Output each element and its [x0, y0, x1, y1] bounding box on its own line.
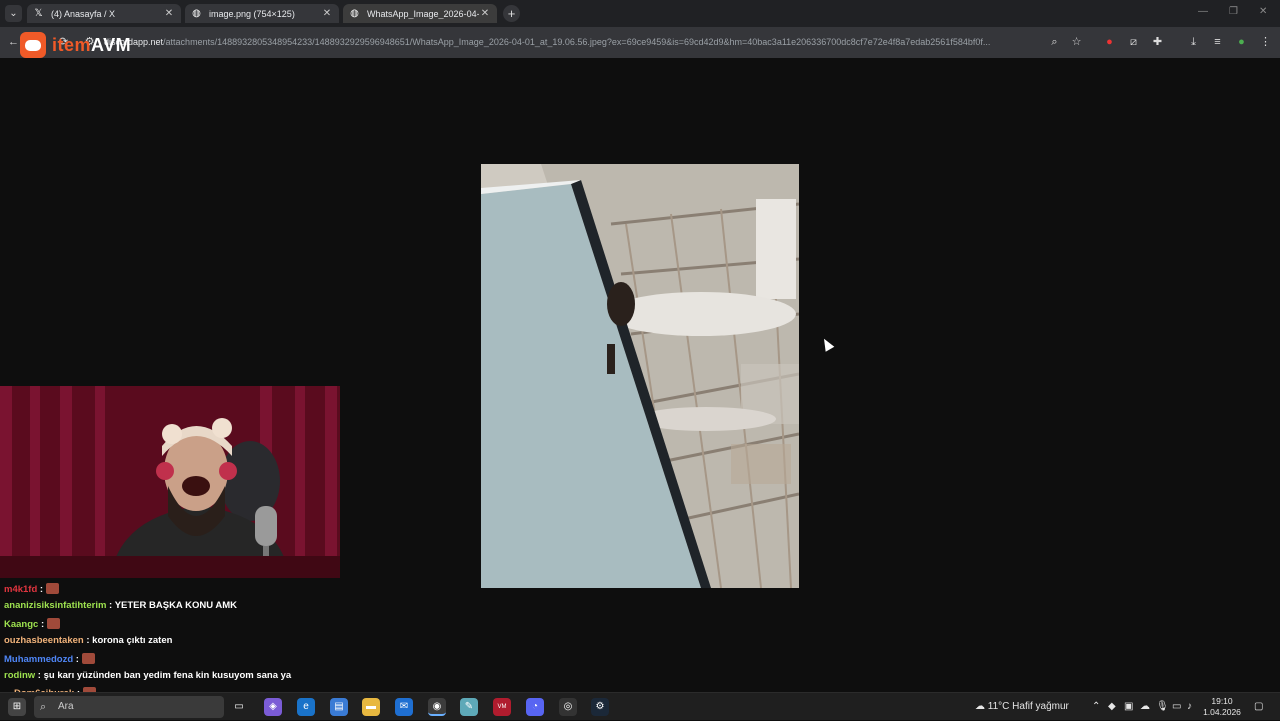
close-window-icon[interactable]: ✕	[1259, 6, 1267, 17]
weather-temp: 11°C	[987, 701, 1010, 712]
copilot-icon[interactable]: ◈	[264, 698, 282, 716]
globe-icon: ◍	[350, 8, 359, 19]
webcam-overlay	[0, 386, 340, 578]
zoom-icon[interactable]: ⌕	[1047, 35, 1062, 50]
tray-app-icon[interactable]: ☁	[1140, 693, 1150, 721]
tray-app-icon[interactable]: ◆	[1108, 693, 1116, 721]
clock[interactable]: 19:10 1.04.2026	[1200, 696, 1244, 718]
store-icon[interactable]: ▤	[330, 698, 348, 716]
file-explorer-icon[interactable]: ▬	[362, 698, 380, 716]
notepad-icon[interactable]: ✎	[460, 698, 478, 716]
tab-title: (4) Anasayfa / X	[51, 8, 116, 19]
chat-username: ananizisiksinfatihterim	[4, 600, 107, 611]
chat-username: m4k1fd	[4, 584, 38, 595]
search-icon: ⌕	[40, 701, 47, 713]
chat-emote-icon	[46, 583, 60, 594]
chrome-icon[interactable]: ◉	[428, 698, 446, 716]
steam-icon[interactable]: ⚙	[591, 698, 609, 716]
chat-username: rodinw	[4, 670, 36, 681]
extension-red-icon[interactable]: ●	[1102, 35, 1117, 50]
chat-message: m4k1fd :	[4, 583, 60, 595]
volume-icon[interactable]: ♪	[1187, 693, 1192, 721]
ceiling-photo	[481, 164, 799, 588]
tab-x-home[interactable]: 𝕏 (4) Anasayfa / X ✕	[27, 4, 181, 23]
chat-text: korona çıktı zaten	[92, 635, 173, 646]
back-icon[interactable]: ←	[6, 35, 21, 50]
tab-whatsapp-image[interactable]: ◍ WhatsApp_Image_2026-04-01_ ✕	[343, 4, 497, 23]
tab-strip: ⌄ 𝕏 (4) Anasayfa / X ✕ ◍ image.png (754×…	[0, 0, 1280, 27]
new-tab-button[interactable]: +	[503, 5, 520, 22]
search-label: Ara	[58, 701, 74, 712]
taskbar-search[interactable]: ⌕ Ara	[34, 696, 224, 718]
restore-icon[interactable]: ❐	[1229, 6, 1238, 17]
chat-username: Kaangc	[4, 619, 39, 630]
browser-toolbar: ← ⟳ ⚙ discordapp.net/attachments/1488932…	[0, 27, 1280, 58]
chat-username: Muhammedozd	[4, 654, 74, 665]
chat-username: ouzhasbeentaken	[4, 635, 84, 646]
media-queue-icon[interactable]: ≡	[1210, 35, 1225, 50]
notifications-icon[interactable]: ▢	[1254, 693, 1263, 721]
mail-icon[interactable]: ✉	[395, 698, 413, 716]
chat-message: Muhammedozd :	[4, 653, 95, 665]
chat-message: ananizisiksinfatihterim : YETER BAŞKA KO…	[4, 600, 237, 611]
menu-dots-icon[interactable]: ⋮	[1258, 35, 1273, 50]
stream-chat: m4k1fd : ananizisiksinfatihterim : YETER…	[0, 580, 340, 699]
download-icon[interactable]: ⤓	[1186, 35, 1201, 50]
task-view-icon[interactable]: ▭	[230, 698, 248, 716]
weather-desc: Hafif yağmur	[1012, 701, 1069, 712]
start-icon[interactable]: ⊞	[8, 698, 26, 716]
logo-wordmark: itemAVM	[52, 34, 132, 55]
close-tab-icon[interactable]: ✕	[163, 8, 175, 19]
weather-icon: ☁	[975, 701, 985, 712]
extensions-puzzle-icon[interactable]: ✚	[1150, 35, 1165, 50]
discord-icon[interactable]: ◔	[526, 698, 544, 716]
tab-title: WhatsApp_Image_2026-04-01_	[367, 8, 479, 19]
obs-icon[interactable]: ◎	[559, 698, 577, 716]
browser-window: ⌄ 𝕏 (4) Anasayfa / X ✕ ◍ image.png (754×…	[0, 0, 1280, 699]
address-bar[interactable]: discordapp.net/attachments/1488932805348…	[104, 31, 1044, 53]
x-logo-icon: 𝕏	[34, 8, 43, 19]
tab-search-button[interactable]: ⌄	[5, 5, 22, 22]
microphone-icon[interactable]: 🎙	[1156, 693, 1169, 721]
extension-slash-icon[interactable]: ⧄	[1126, 35, 1141, 50]
clock-time: 19:10	[1211, 696, 1233, 706]
close-tab-icon[interactable]: ✕	[321, 8, 333, 19]
weather-widget[interactable]: ☁ 11°C Hafif yağmur	[975, 693, 1069, 721]
url-path: /attachments/1488932805348954233/1488932…	[163, 37, 991, 47]
profile-icon[interactable]: ●	[1234, 35, 1249, 50]
mouse-cursor-icon	[819, 336, 835, 352]
tray-app-icon[interactable]: ▣	[1124, 693, 1133, 721]
clock-date: 1.04.2026	[1203, 707, 1241, 717]
chat-text: YETER BAŞKA KONU AMK	[114, 600, 237, 611]
displayed-image	[481, 164, 799, 588]
chat-emote-icon	[81, 653, 95, 664]
tray-overflow-icon[interactable]: ⌃	[1092, 693, 1100, 721]
minimize-icon[interactable]: —	[1198, 6, 1208, 17]
chat-message: Kaangc :	[4, 618, 61, 630]
edge-icon[interactable]: e	[297, 698, 315, 716]
taskbar: ⊞ ⌕ Ara ▭ ◈ e ▤ ▬ ✉ ◉ ✎ VM ◔ ◎ ⚙ ☁ 11°C …	[0, 692, 1280, 720]
gamepad-logo-icon	[20, 32, 46, 58]
chat-message: ouzhasbeentaken : korona çıktı zaten	[4, 635, 173, 646]
chat-emote-icon	[47, 618, 61, 629]
network-icon[interactable]: ▭	[1172, 693, 1181, 721]
stream-logo: itemAVM	[20, 30, 131, 60]
chat-message: rodinw : şu karı yüzünden ban yedim fena…	[4, 670, 292, 681]
globe-icon: ◍	[192, 8, 201, 19]
tab-title: image.png (754×125)	[209, 8, 295, 19]
voicemeeter-icon[interactable]: VM	[493, 698, 511, 716]
bookmark-star-icon[interactable]: ☆	[1069, 35, 1084, 50]
webcam-feed	[0, 386, 340, 578]
tab-image-png[interactable]: ◍ image.png (754×125) ✕	[185, 4, 339, 23]
close-tab-icon[interactable]: ✕	[479, 8, 491, 19]
chat-text: şu karı yüzünden ban yedim fena kin kusu…	[43, 670, 292, 681]
